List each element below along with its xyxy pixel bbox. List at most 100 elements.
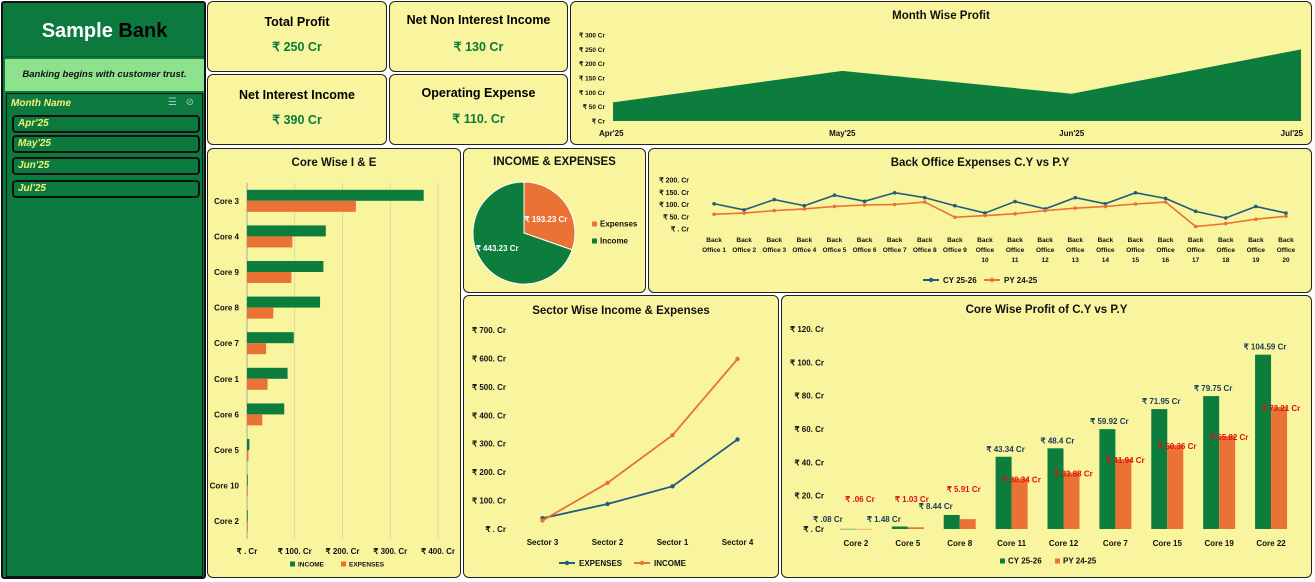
x-tick-label: Back — [1067, 237, 1083, 244]
y-tick-label: ₹ . Cr — [485, 525, 506, 534]
kpi-value: ₹ 110. Cr — [452, 112, 505, 126]
series-line-0 — [542, 438, 739, 520]
series-point-1 — [832, 204, 837, 209]
x-tick-label: Back — [766, 237, 782, 244]
kpi-value: ₹ 390 Cr — [272, 113, 322, 127]
x-tick-label: Core 19 — [1204, 539, 1234, 548]
series-point-1 — [862, 203, 867, 207]
x-tick-label: Core 11 — [997, 539, 1026, 548]
kpi-card-total-profit: Total Profit ₹ 250 Cr — [207, 1, 387, 72]
y-tick-label: ₹ . Cr — [803, 525, 824, 534]
multi-select-icon[interactable]: ☰ — [168, 97, 177, 108]
y-tick-label: Core 9 — [214, 268, 239, 277]
x-tick-label: Office 1 — [702, 247, 726, 254]
x-tick-label: Back — [736, 237, 752, 244]
y-tick-label: ₹ 200. Cr — [472, 468, 506, 477]
x-tick-label: Office 2 — [732, 247, 756, 254]
x-tick-label: Back — [1248, 237, 1264, 244]
profit-area — [613, 49, 1301, 122]
bar-py — [1271, 406, 1288, 529]
x-tick-label: Office — [1156, 247, 1175, 254]
y-tick-label: Core 7 — [214, 339, 239, 348]
legend-income-label: INCOME — [298, 562, 325, 569]
income-expenses-panel: INCOME & EXPENSES ₹ 193.23 Cr ₹ 443.23 Cr… — [463, 148, 646, 293]
slicer-item-apr[interactable]: Apr'25 — [12, 115, 200, 133]
data-label-py: ₹ .06 Cr — [845, 495, 875, 504]
x-tick-label: Sector 3 — [527, 538, 559, 547]
legend-expenses-swatch — [341, 561, 346, 567]
series-point-1 — [1043, 208, 1047, 213]
sector-ie-chart: ₹ . Cr ₹ 100. Cr ₹ 200. Cr ₹ 300. Cr ₹ 400. … — [472, 326, 754, 568]
bar-cy — [1255, 354, 1272, 529]
bar-expenses — [247, 343, 267, 355]
legend-income-swatch — [592, 238, 597, 244]
bar-cy — [1151, 409, 1168, 529]
data-label-py: ₹ 5.91 Cr — [947, 485, 981, 494]
series-point-0 — [1223, 216, 1228, 220]
slicer-item-jul[interactable]: Jul'25 — [12, 180, 200, 198]
y-tick-label: ₹ 600. Cr — [472, 354, 506, 363]
legend-income-marker — [639, 560, 645, 566]
data-label-py: ₹ 73.21 Cr — [1262, 404, 1300, 413]
slicer-item-jun[interactable]: Jun'25 — [12, 157, 200, 175]
y-tick-label: ₹ 150 Cr — [579, 75, 605, 83]
x-tick-label: ₹ . Cr — [237, 547, 258, 556]
x-tick-label: Office 8 — [913, 247, 937, 254]
x-tick-label: Office — [1096, 247, 1115, 254]
y-tick-label: ₹ 20. Cr — [794, 492, 824, 501]
series-point-1 — [922, 200, 927, 204]
back-office-chart: ₹ . Cr ₹ 50. Cr ₹ 100. Cr ₹ 150. Cr ₹ 200. C… — [659, 177, 1295, 286]
data-label-py: ₹ 33.88 Cr — [1054, 470, 1092, 479]
core-ie-panel: Core Wise I & E ₹ . Cr ₹ 100. Cr ₹ 200. Cr… — [207, 148, 461, 578]
bar-income — [247, 261, 324, 272]
x-tick-label: 10 — [981, 257, 989, 264]
bar-income — [247, 367, 288, 379]
legend-income-swatch — [290, 561, 295, 567]
x-tick-label: Office 4 — [792, 247, 816, 254]
x-tick-label: Core 8 — [947, 539, 972, 548]
kpi-card-net-interest-income: Net Interest Income ₹ 390 Cr — [207, 74, 387, 145]
bar-income — [247, 439, 250, 450]
core-profit-chart: ₹ . Cr ₹ 20. Cr ₹ 40. Cr ₹ 60. Cr ₹ 80. Cr ₹ … — [790, 325, 1300, 566]
series-point-1 — [1193, 224, 1198, 229]
y-tick-label: ₹ 100. Cr — [472, 497, 506, 506]
x-tick-label: Apr'25 — [599, 129, 624, 138]
bar-expenses — [247, 450, 249, 461]
x-tick-label: Office 6 — [853, 247, 877, 254]
x-tick-label: Core 5 — [895, 539, 920, 548]
y-tick-label: ₹ 120. Cr — [790, 325, 824, 334]
pie-data-label: ₹ 193.23 Cr — [525, 215, 568, 224]
data-label-cy: ₹ .08 Cr — [813, 515, 843, 524]
bar-expenses — [247, 485, 248, 497]
clear-filter-icon[interactable]: ⊘ — [186, 97, 194, 108]
y-tick-label: Core 5 — [214, 446, 239, 455]
slicer-item-may[interactable]: May'25 — [12, 135, 200, 153]
x-tick-label: Sector 2 — [592, 538, 624, 547]
x-tick-label: 13 — [1072, 257, 1080, 264]
x-tick-label: Jul'25 — [1281, 129, 1304, 138]
x-tick-label: Office 3 — [762, 247, 786, 254]
x-tick-label: Back — [1007, 237, 1023, 244]
bar-cy — [1047, 448, 1064, 529]
bar-cy — [1099, 429, 1116, 529]
legend-cy-label: CY 25-26 — [943, 276, 977, 285]
y-tick-label: ₹ 300 Cr — [579, 32, 605, 40]
x-tick-label: Back — [1098, 237, 1114, 244]
kpi-label: Net Interest Income — [238, 88, 355, 102]
bar-expenses — [247, 200, 356, 212]
data-label-cy: ₹ 71.95 Cr — [1142, 397, 1180, 406]
x-tick-label: Back — [797, 237, 813, 244]
series-point-0 — [1013, 199, 1017, 204]
brand-name-part1: Sample — [41, 20, 113, 42]
kpi-label: Operating Expense — [421, 86, 536, 100]
kpi-value: ₹ 250 Cr — [272, 40, 322, 54]
legend-py-marker — [989, 277, 995, 283]
y-tick-label: ₹ 50 Cr — [583, 103, 606, 111]
bar-py — [1115, 459, 1132, 529]
x-tick-label: Back — [706, 237, 722, 244]
series-point-1 — [1254, 217, 1258, 221]
sector-ie-panel: Sector Wise Income & Expenses ₹ . Cr ₹ 10… — [463, 295, 779, 578]
series-point-0 — [1133, 190, 1138, 195]
kpi-card-net-non-interest-income: Net Non Interest Income ₹ 130 Cr — [389, 1, 568, 72]
x-tick-label: Back — [827, 237, 843, 244]
